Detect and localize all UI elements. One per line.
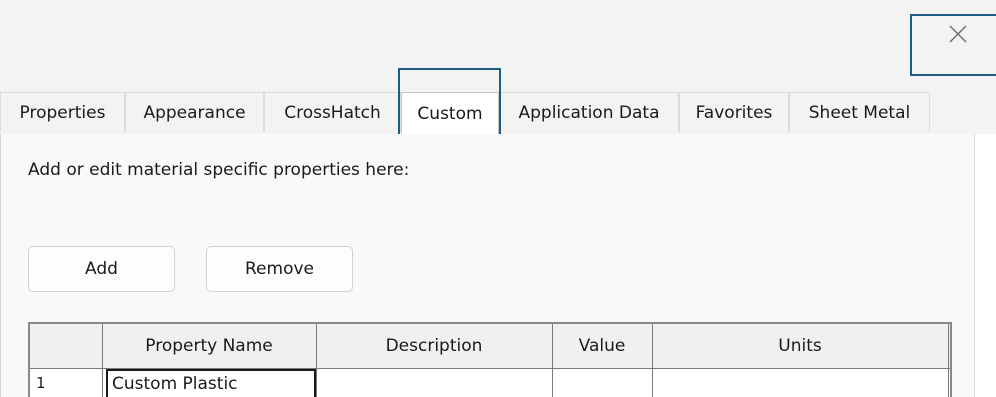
- add-button-label: Add: [85, 259, 118, 279]
- tab-appearance[interactable]: Appearance: [125, 92, 264, 132]
- tab-label: Appearance: [143, 102, 246, 123]
- grid-corner-cell: [30, 324, 102, 368]
- tab-sheet-metal[interactable]: Sheet Metal: [789, 92, 930, 132]
- tab-application-data[interactable]: Application Data: [499, 92, 679, 132]
- title-bar: [0, 0, 996, 92]
- tab-strip: Properties Appearance CrossHatch Custom …: [0, 92, 996, 134]
- tab-label: CrossHatch: [284, 102, 381, 123]
- add-button[interactable]: Add: [28, 246, 175, 292]
- close-button-highlight: [910, 14, 996, 76]
- row-number[interactable]: 1: [36, 374, 46, 392]
- column-header-units[interactable]: Units: [652, 324, 948, 368]
- column-header-property-name[interactable]: Property Name: [102, 324, 316, 368]
- tab-favorites[interactable]: Favorites: [679, 92, 789, 132]
- column-divider: [948, 324, 949, 397]
- column-header-label: Value: [578, 336, 626, 356]
- tab-properties[interactable]: Properties: [0, 92, 125, 132]
- tab-label: Application Data: [518, 102, 660, 123]
- tab-crosshatch[interactable]: CrossHatch: [264, 92, 401, 132]
- column-header-label: Units: [778, 336, 822, 356]
- tab-label: Custom: [417, 103, 483, 124]
- column-header-label: Property Name: [145, 336, 273, 356]
- tab-label: Favorites: [695, 102, 773, 123]
- instructions-text: Add or edit material specific properties…: [28, 160, 410, 180]
- tab-label: Properties: [19, 102, 106, 123]
- remove-button[interactable]: Remove: [206, 246, 353, 292]
- column-header-label: Description: [385, 336, 483, 356]
- tab-custom[interactable]: Custom: [401, 92, 499, 134]
- tab-label: Sheet Metal: [808, 102, 911, 123]
- custom-properties-grid[interactable]: Property Name Description Value Units 1 …: [28, 322, 952, 397]
- column-divider: [102, 324, 103, 397]
- column-header-value[interactable]: Value: [552, 324, 652, 368]
- column-divider: [316, 324, 317, 397]
- column-divider: [652, 324, 653, 397]
- column-divider: [552, 324, 553, 397]
- property-name-cell[interactable]: Custom Plastic: [106, 369, 316, 397]
- remove-button-label: Remove: [245, 259, 314, 279]
- column-header-description[interactable]: Description: [316, 324, 552, 368]
